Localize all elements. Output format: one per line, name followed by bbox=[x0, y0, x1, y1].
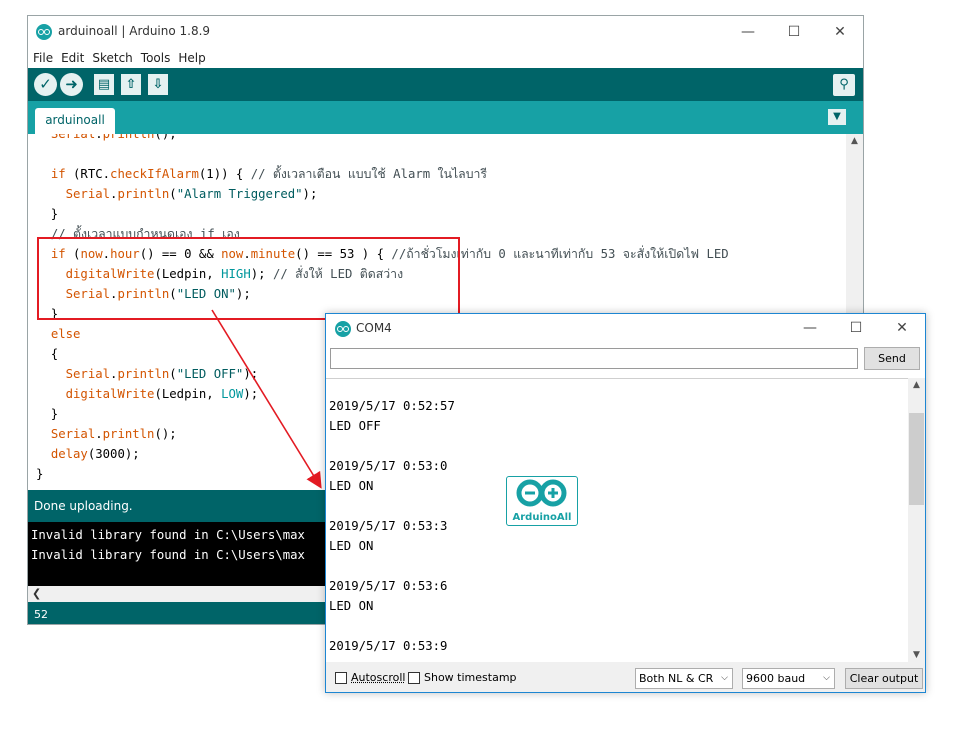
arduino-app-icon bbox=[335, 321, 351, 337]
serial-output-line: 2019/5/17 0:53:9 bbox=[329, 639, 448, 653]
arduino-app-icon bbox=[36, 24, 52, 40]
baud-select[interactable]: 9600 baud ⌵ bbox=[742, 668, 835, 689]
code-line[interactable]: Serial.println("LED OFF"); bbox=[36, 367, 259, 381]
code-line[interactable]: Serial.println("Alarm Triggered"); bbox=[36, 187, 318, 201]
tab-arduinoall[interactable]: arduinoall bbox=[35, 108, 115, 134]
new-icon[interactable]: ▤ bbox=[94, 74, 114, 95]
autoscroll-checkbox[interactable] bbox=[335, 672, 347, 684]
serial-send-input[interactable] bbox=[330, 348, 858, 369]
tab-menu-icon[interactable]: ▼ bbox=[828, 109, 846, 125]
code-line[interactable]: else bbox=[36, 327, 81, 341]
timestamp-label: Show timestamp bbox=[424, 671, 517, 684]
serial-window-title: COM4 bbox=[356, 321, 392, 335]
console-line: Invalid library found in C:\Users\max bbox=[31, 548, 305, 562]
serial-bottom-bar: Autoscroll Show timestamp Both NL & CR ⌵ … bbox=[326, 662, 925, 692]
logo-text: ArduinoAll bbox=[512, 512, 572, 523]
autoscroll-label: Autoscroll bbox=[351, 671, 406, 684]
code-line[interactable]: { bbox=[36, 347, 58, 361]
maximize-icon[interactable]: ☐ bbox=[772, 20, 816, 44]
infinity-icon bbox=[516, 479, 567, 507]
menu-help[interactable]: Help bbox=[174, 48, 209, 68]
serial-output: ArduinoAll 2019/5/17 0:52:57 LED OFF 2019/… bbox=[326, 378, 908, 663]
ide-titlebar: arduinoall | Arduino 1.8.9 — ☐ ✕ bbox=[28, 16, 863, 48]
menu-sketch[interactable]: Sketch bbox=[88, 48, 136, 68]
verify-icon[interactable]: ✓ bbox=[34, 73, 57, 96]
minimize-icon[interactable]: — bbox=[788, 316, 832, 340]
menu-tools[interactable]: Tools bbox=[137, 48, 175, 68]
highlight-box bbox=[37, 237, 460, 320]
minimize-icon[interactable]: — bbox=[726, 20, 770, 44]
status-text: Done uploading. bbox=[34, 499, 133, 513]
send-button[interactable]: Send bbox=[864, 347, 920, 370]
timestamp-checkbox[interactable] bbox=[408, 672, 420, 684]
console-line: Invalid library found in C:\Users\max bbox=[31, 528, 305, 542]
scroll-thumb[interactable] bbox=[909, 413, 924, 505]
serial-output-line: 2019/5/17 0:53:6 bbox=[329, 579, 448, 593]
menu-edit[interactable]: Edit bbox=[57, 48, 88, 68]
code-line[interactable]: Serial.println(); bbox=[36, 427, 177, 441]
serial-monitor-window: COM4 — ☐ ✕ Send ArduinoAll 2019/5/17 0:5… bbox=[325, 313, 926, 693]
line-number: 52 bbox=[34, 608, 48, 621]
save-icon[interactable]: ⇩ bbox=[148, 74, 168, 95]
ide-toolbar: ✓ ➜ ▤ ⇧ ⇩ ⚲ bbox=[28, 68, 863, 101]
code-line[interactable]: } bbox=[36, 207, 58, 221]
serial-titlebar: COM4 — ☐ ✕ bbox=[326, 314, 925, 344]
baud-value: 9600 baud bbox=[746, 672, 806, 685]
line-ending-value: Both NL & CR bbox=[639, 672, 714, 685]
menu-file[interactable]: File bbox=[29, 48, 57, 68]
scroll-up-icon[interactable]: ▲ bbox=[846, 136, 863, 146]
serial-output-line: LED OFF bbox=[329, 419, 381, 433]
code-line[interactable]: } bbox=[36, 467, 43, 481]
ide-menubar: File Edit Sketch Tools Help bbox=[28, 48, 863, 68]
serial-output-line: LED ON bbox=[329, 479, 374, 493]
clear-output-button[interactable]: Clear output bbox=[845, 668, 923, 689]
serial-input-row: Send bbox=[326, 344, 925, 378]
close-icon[interactable]: ✕ bbox=[880, 316, 924, 340]
serial-output-line: 2019/5/17 0:53:0 bbox=[329, 459, 448, 473]
ide-window-title: arduinoall | Arduino 1.8.9 bbox=[58, 24, 211, 38]
serial-output-line: 2019/5/17 0:52:57 bbox=[329, 399, 455, 413]
close-icon[interactable]: ✕ bbox=[818, 20, 862, 44]
chevron-down-icon: ⌵ bbox=[721, 673, 728, 683]
serial-output-line: 2019/5/17 0:53:3 bbox=[329, 519, 448, 533]
serial-scrollbar[interactable]: ▲ ▼ bbox=[908, 378, 925, 662]
line-ending-select[interactable]: Both NL & CR ⌵ bbox=[635, 668, 733, 689]
arduinoall-logo: ArduinoAll bbox=[506, 476, 578, 526]
code-line[interactable]: digitalWrite(Ledpin, LOW); bbox=[36, 387, 259, 401]
serial-monitor-icon[interactable]: ⚲ bbox=[833, 74, 855, 96]
ide-tabbar: arduinoall ▼ bbox=[28, 101, 863, 134]
code-line[interactable]: delay(3000); bbox=[36, 447, 140, 461]
serial-output-line: LED ON bbox=[329, 539, 374, 553]
code-line[interactable] bbox=[36, 147, 43, 161]
upload-icon[interactable]: ➜ bbox=[60, 73, 83, 96]
open-icon[interactable]: ⇧ bbox=[121, 74, 141, 95]
scroll-down-icon[interactable]: ▼ bbox=[908, 650, 925, 660]
scroll-left-icon[interactable]: ❮ bbox=[32, 587, 41, 600]
maximize-icon[interactable]: ☐ bbox=[834, 316, 878, 340]
code-line[interactable]: } bbox=[36, 407, 58, 421]
chevron-down-icon: ⌵ bbox=[823, 673, 830, 683]
serial-output-line: LED ON bbox=[329, 599, 374, 613]
code-line[interactable]: if (RTC.checkIfAlarm(1)) { // ตั้งเวลาเต… bbox=[36, 167, 487, 181]
code-line[interactable]: Serial.println(); bbox=[36, 134, 177, 141]
scroll-up-icon[interactable]: ▲ bbox=[908, 380, 925, 390]
